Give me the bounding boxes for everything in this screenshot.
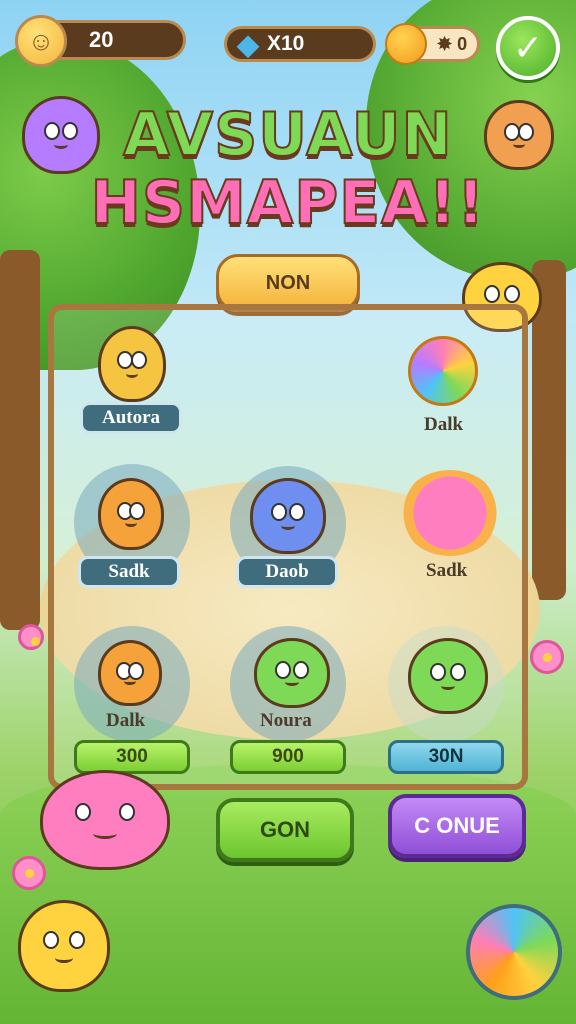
animal-face-icon: ☺ bbox=[15, 15, 67, 67]
creature-label: Autora bbox=[80, 402, 182, 434]
game-title-line1: AVSUAUN bbox=[122, 99, 453, 171]
gems-counter[interactable]: ◆ X10 bbox=[224, 26, 376, 62]
green-dino-creature[interactable] bbox=[408, 638, 488, 714]
gems-value: X10 bbox=[267, 32, 305, 55]
pink-whale-creature bbox=[40, 770, 170, 870]
checkmark-icon: ✓ bbox=[512, 27, 544, 69]
pink-flower bbox=[12, 856, 46, 890]
pink-flower bbox=[18, 624, 44, 650]
coin-icon bbox=[385, 23, 427, 65]
pink-flower bbox=[530, 640, 564, 674]
stars-value: ✸ 0 bbox=[437, 33, 468, 54]
rainbow-ball-creature bbox=[466, 904, 562, 1000]
striped-ball-creature[interactable] bbox=[408, 336, 478, 406]
go-button[interactable]: GON bbox=[216, 798, 354, 862]
creature-sadk-pink[interactable] bbox=[400, 470, 500, 556]
stars-counter[interactable]: ✸ 0 bbox=[385, 23, 480, 65]
creature-label: Sadk bbox=[78, 556, 180, 588]
confirm-check-button[interactable]: ✓ bbox=[496, 16, 560, 80]
price-tag[interactable]: 30N bbox=[388, 740, 504, 774]
gem-icon: ◆ bbox=[237, 28, 259, 60]
creature-daob[interactable] bbox=[250, 478, 326, 554]
price-tag[interactable]: 300 bbox=[74, 740, 190, 774]
creature-label: Noura bbox=[260, 710, 312, 731]
coins-counter[interactable]: ☺ 20 bbox=[15, 15, 186, 67]
continue-button[interactable]: C ONUE bbox=[388, 794, 526, 858]
creature-dalk[interactable] bbox=[98, 640, 162, 706]
game-title-line2: HSMAPEA!! bbox=[90, 167, 486, 239]
price-tag[interactable]: 900 bbox=[230, 740, 346, 774]
creature-sadk[interactable] bbox=[98, 478, 164, 550]
creature-label: Dalk bbox=[106, 710, 146, 731]
tree-trunk-left bbox=[0, 250, 40, 630]
creature-noura[interactable] bbox=[254, 638, 330, 708]
creature-label: Sadk bbox=[426, 560, 468, 581]
creature-autora[interactable] bbox=[98, 326, 166, 402]
coins-value: 20 bbox=[89, 27, 114, 52]
yellow-chick-creature bbox=[18, 900, 110, 992]
creature-label: Dalk bbox=[424, 414, 464, 435]
creature-label: Daob bbox=[236, 556, 338, 588]
